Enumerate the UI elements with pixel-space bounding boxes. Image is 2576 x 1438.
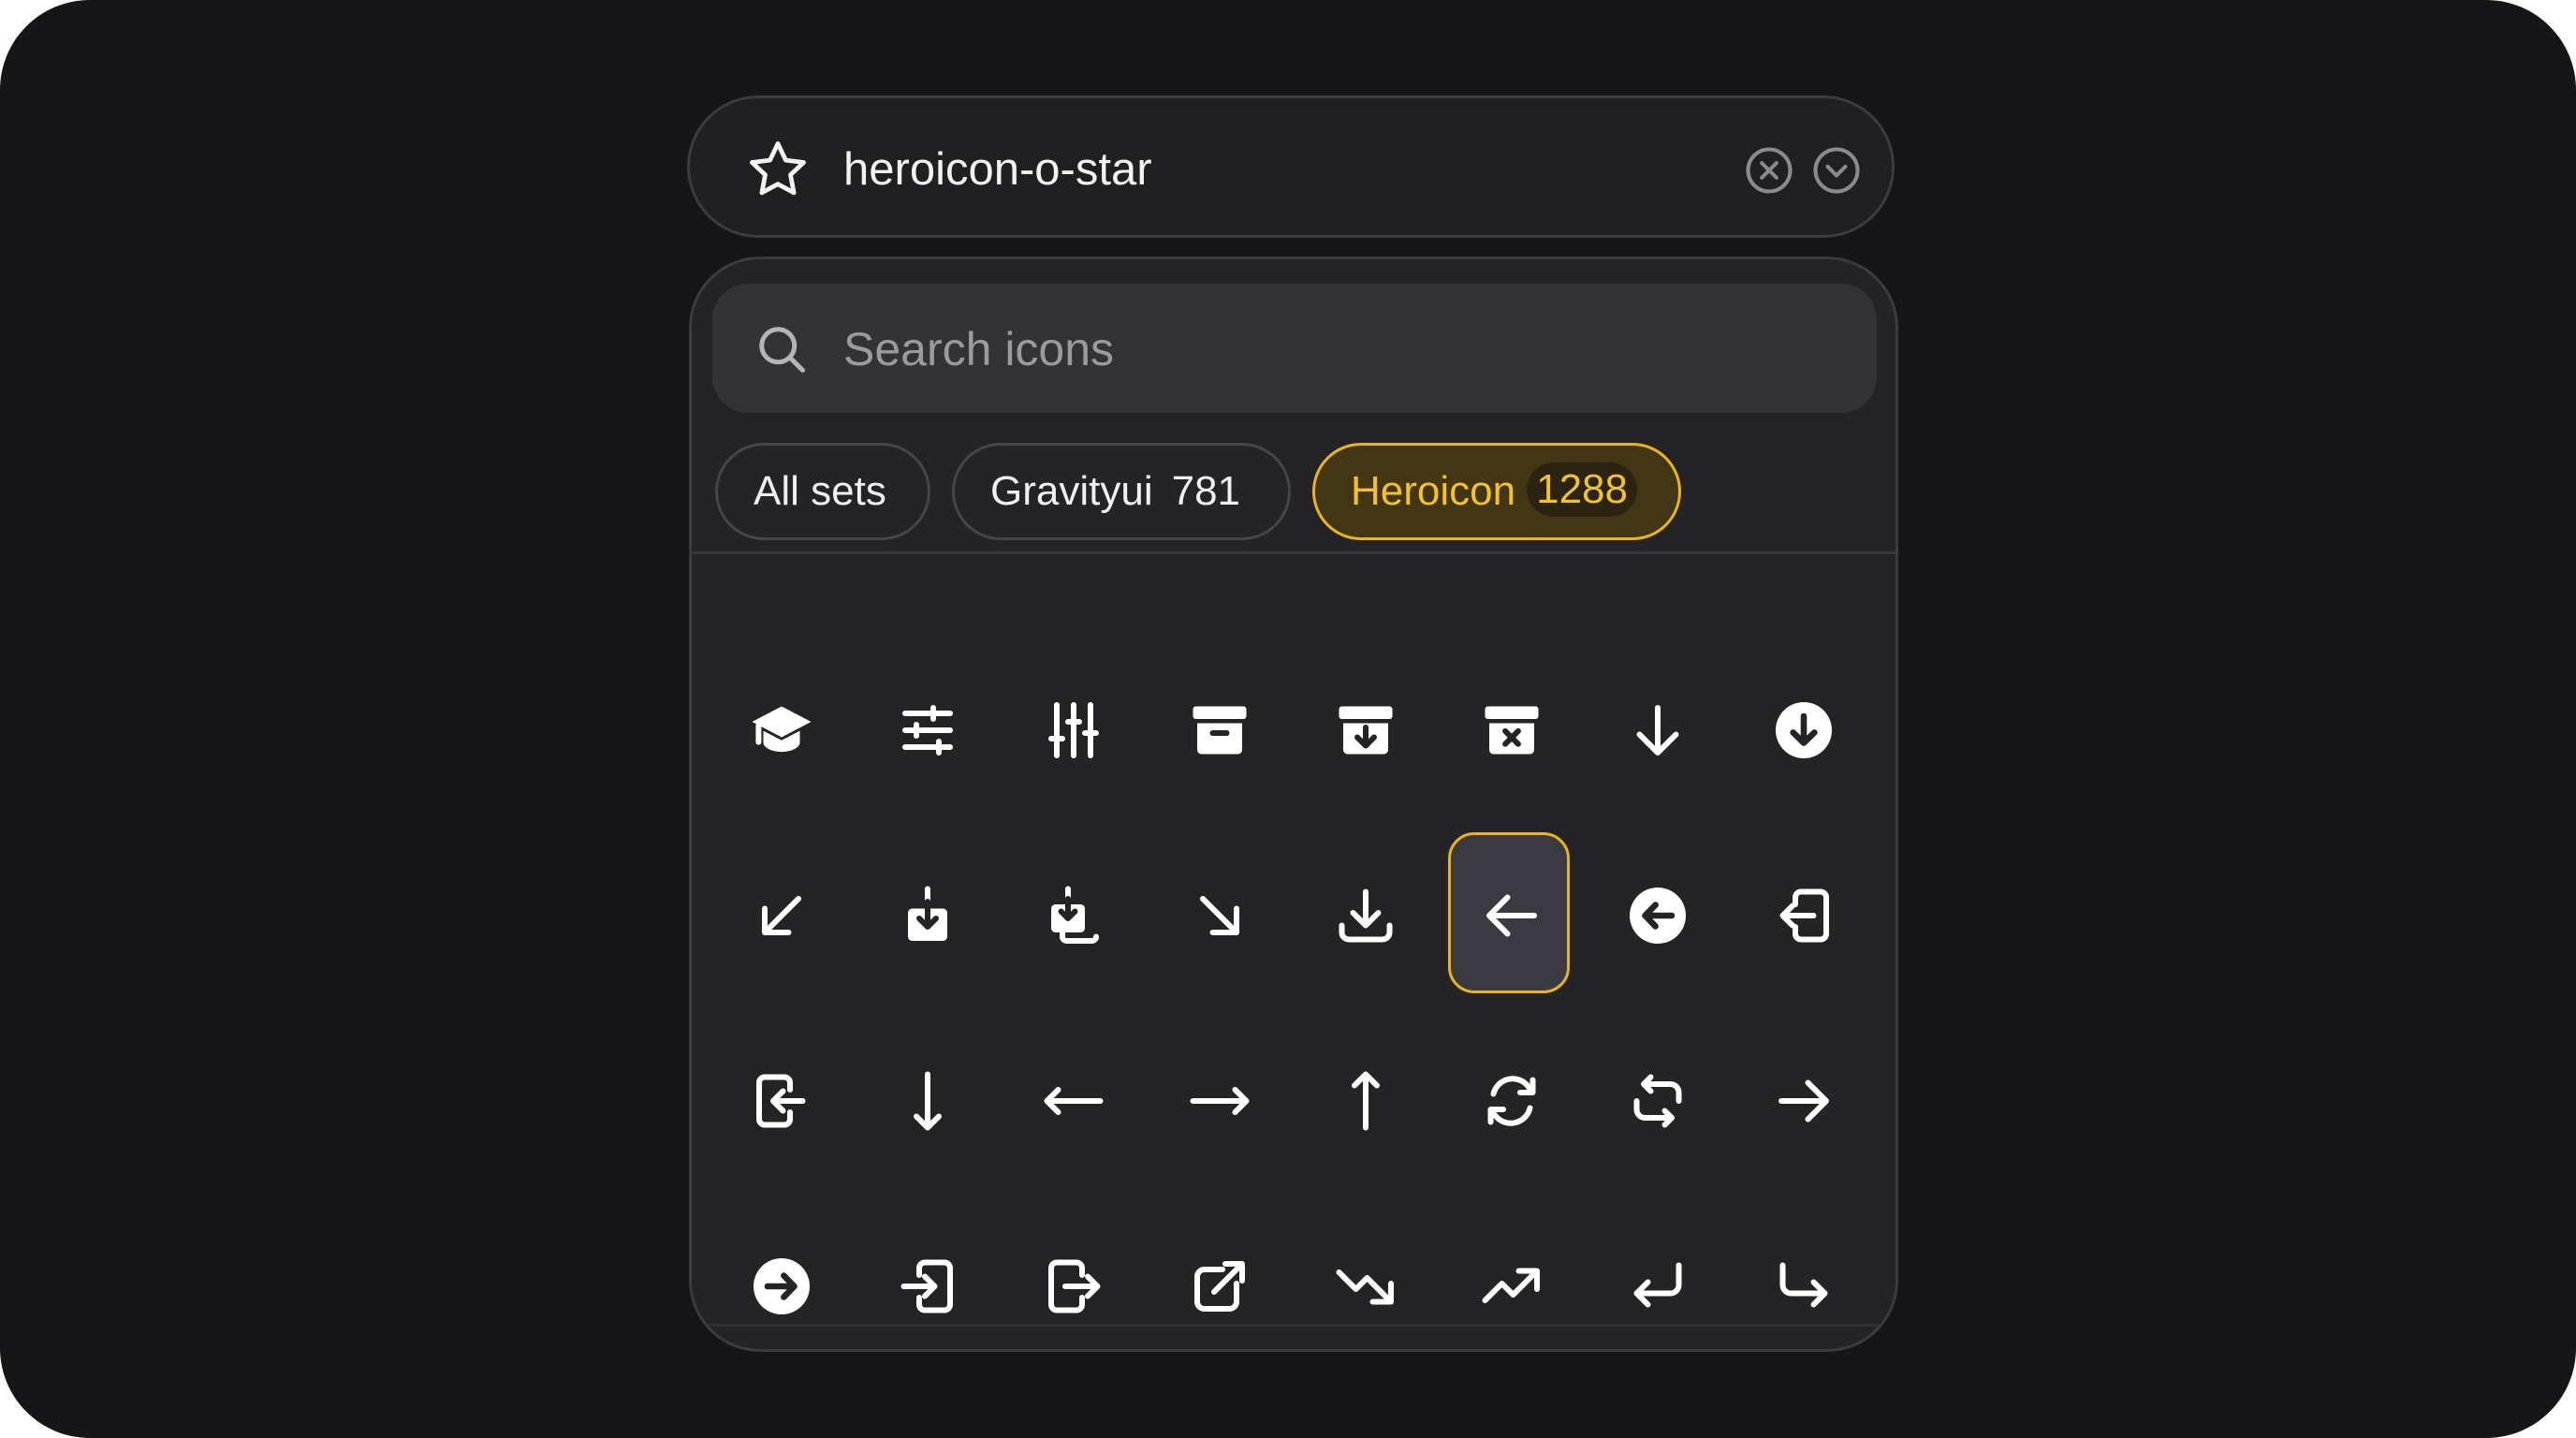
arrow-trending-down-icon bbox=[1336, 1269, 1394, 1305]
arrow-down-icon bbox=[1636, 705, 1679, 756]
icon-option-arrow-right-circle[interactable] bbox=[718, 1203, 840, 1349]
icon-option-arrow-down-on-square-stack[interactable] bbox=[1010, 832, 1132, 993]
icon-option-arrow-turn-down-left[interactable] bbox=[1594, 1203, 1716, 1349]
divider bbox=[692, 1324, 1895, 1327]
icon-picker-field[interactable]: heroicon-o-star bbox=[687, 95, 1895, 238]
filter-label: Heroicon bbox=[1351, 468, 1516, 514]
arrow-long-up-icon bbox=[1352, 1071, 1380, 1131]
icon-option-academic-cap[interactable] bbox=[718, 647, 840, 808]
icon-option-arrow-long-left[interactable] bbox=[1010, 1018, 1132, 1179]
arrow-down-tray-icon bbox=[1339, 888, 1393, 943]
icon-option-arrow-path-rounded-square[interactable] bbox=[1594, 1018, 1716, 1179]
icon-option-arrow-long-up[interactable] bbox=[1302, 1018, 1424, 1179]
selected-icon-name: heroicon-o-star bbox=[843, 144, 1152, 195]
icon-option-arrow-down[interactable] bbox=[1594, 647, 1716, 808]
arrow-trending-up-icon bbox=[1482, 1268, 1540, 1303]
search-input[interactable]: Search icons bbox=[712, 284, 1877, 413]
icon-option-adjustments-vertical[interactable] bbox=[1010, 647, 1132, 808]
adjustments-horizontal-icon bbox=[902, 705, 953, 756]
arrow-right-circle-icon bbox=[754, 1258, 810, 1314]
icon-option-arrow-left-circle[interactable] bbox=[1594, 832, 1716, 993]
arrow-top-right-on-square-icon bbox=[1194, 1261, 1245, 1312]
star-outline-icon bbox=[750, 141, 806, 196]
search-placeholder: Search icons bbox=[843, 323, 1115, 375]
arrow-down-on-square-icon bbox=[908, 886, 947, 941]
icon-option-arrow-turn-down-right[interactable] bbox=[1740, 1203, 1862, 1349]
arrow-long-left-icon bbox=[1044, 1087, 1104, 1115]
icon-option-arrow-down-tray[interactable] bbox=[1302, 832, 1424, 993]
app-window: heroicon-o-star Search icons All sets Gr… bbox=[0, 0, 2576, 1438]
arrow-path-rounded-square-icon bbox=[1633, 1074, 1682, 1128]
search-icon bbox=[759, 327, 805, 373]
arrow-long-down-icon bbox=[914, 1071, 942, 1131]
arrow-down-left-icon bbox=[762, 896, 801, 935]
arrow-left-circle-icon bbox=[1630, 888, 1686, 944]
icon-option-arrow-right-start-on-rectangle[interactable] bbox=[1010, 1203, 1132, 1349]
arrow-right-end-on-rectangle-icon bbox=[900, 1259, 953, 1313]
arrow-left-icon bbox=[1486, 894, 1537, 937]
icon-option-arrow-trending-down[interactable] bbox=[1302, 1203, 1424, 1349]
icon-option-arrow-long-down[interactable] bbox=[864, 1018, 986, 1179]
arrow-right-icon bbox=[1778, 1079, 1829, 1123]
arrow-down-on-square-stack-icon bbox=[1051, 886, 1099, 944]
divider bbox=[692, 551, 1895, 554]
icon-option-arrow-left[interactable] bbox=[1448, 832, 1570, 993]
arrow-down-right-icon bbox=[1200, 896, 1239, 935]
icon-option-archive-box[interactable] bbox=[1156, 647, 1278, 808]
arrow-left-end-on-rectangle-icon bbox=[1779, 888, 1829, 943]
icon-option-arrow-path[interactable] bbox=[1448, 1018, 1570, 1179]
icon-option-arrow-long-right[interactable] bbox=[1156, 1018, 1278, 1179]
filter-label: Gravityui bbox=[990, 468, 1153, 514]
arrow-down-circle-icon bbox=[1776, 702, 1832, 758]
archive-box-arrow-down-icon bbox=[1339, 706, 1393, 755]
icon-option-arrow-down-left[interactable] bbox=[718, 832, 840, 993]
archive-box-icon bbox=[1193, 706, 1247, 755]
icon-option-arrow-down-circle[interactable] bbox=[1740, 647, 1862, 808]
chevron-down-icon[interactable] bbox=[1811, 145, 1862, 196]
filter-all-sets[interactable]: All sets bbox=[715, 443, 930, 540]
arrow-path-icon bbox=[1487, 1076, 1536, 1126]
icon-option-adjustments-horizontal[interactable] bbox=[864, 647, 986, 808]
adjustments-vertical-icon bbox=[1048, 702, 1099, 758]
filter-count: 781 bbox=[1171, 468, 1241, 514]
icon-picker-dropdown: Search icons All sets Gravityui 781 Heroi… bbox=[689, 257, 1898, 1352]
icon-option-arrow-trending-up[interactable] bbox=[1448, 1203, 1570, 1349]
icon-option-arrow-left-end-on-rectangle[interactable] bbox=[1740, 832, 1862, 993]
clear-icon[interactable] bbox=[1744, 145, 1794, 196]
icon-option-arrow-down-on-square[interactable] bbox=[864, 832, 986, 993]
arrow-right-start-on-rectangle-icon bbox=[1048, 1259, 1101, 1313]
icon-option-arrow-right-end-on-rectangle[interactable] bbox=[864, 1203, 986, 1349]
arrow-turn-down-left-icon bbox=[1633, 1262, 1682, 1308]
filter-gravityui[interactable]: Gravityui 781 bbox=[952, 443, 1291, 540]
archive-box-x-mark-icon bbox=[1485, 706, 1539, 755]
icon-option-arrow-right[interactable] bbox=[1740, 1018, 1862, 1179]
arrow-turn-down-right-icon bbox=[1779, 1262, 1828, 1308]
arrow-long-right-icon bbox=[1190, 1087, 1250, 1115]
filter-heroicon[interactable]: Heroicon 1288 bbox=[1312, 443, 1681, 540]
icon-option-arrow-left-start-on-rectangle[interactable] bbox=[718, 1018, 840, 1179]
icon-option-arrow-down-right[interactable] bbox=[1156, 832, 1278, 993]
icon-option-archive-box-arrow-down[interactable] bbox=[1302, 647, 1424, 808]
filter-label: All sets bbox=[754, 468, 886, 514]
arrow-left-start-on-rectangle-icon bbox=[756, 1074, 806, 1128]
academic-cap-icon bbox=[752, 706, 812, 753]
filter-count: 1288 bbox=[1527, 462, 1637, 518]
icon-option-archive-box-x-mark[interactable] bbox=[1448, 647, 1570, 808]
icon-option-arrow-top-right-on-square[interactable] bbox=[1156, 1203, 1278, 1349]
